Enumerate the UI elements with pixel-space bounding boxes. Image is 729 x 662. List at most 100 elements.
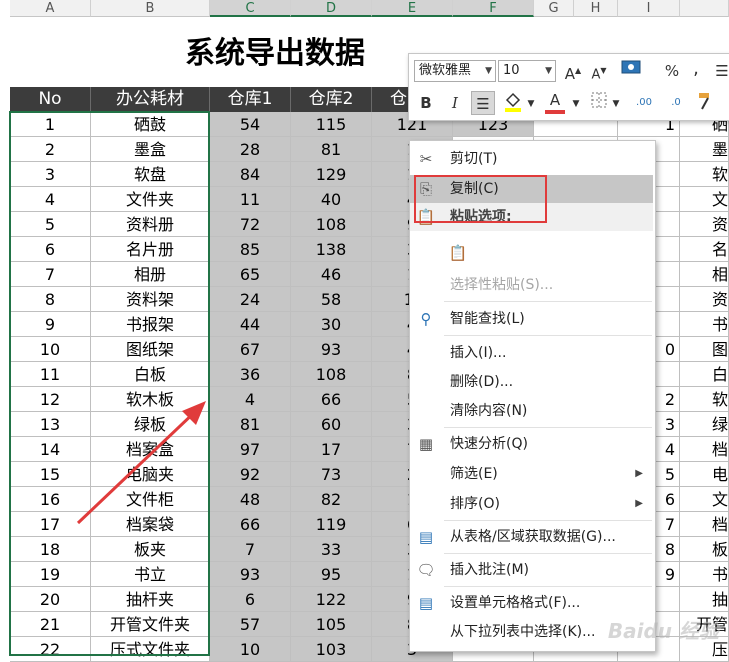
cell-warehouse2[interactable]: 115	[291, 112, 372, 137]
cell-item[interactable]: 板夹	[91, 537, 210, 562]
column-header[interactable]: F	[453, 0, 534, 17]
cell-j[interactable]: 白	[680, 362, 729, 387]
cell-warehouse1[interactable]: 85	[210, 237, 291, 262]
cell-j[interactable]: 图	[680, 337, 729, 362]
cell-j[interactable]: 档	[680, 512, 729, 537]
font-name-box[interactable]: 微软雅黑 ▼	[414, 60, 496, 82]
chevron-down-icon[interactable]: ▼	[485, 61, 492, 81]
cell-j[interactable]: 资	[680, 212, 729, 237]
column-header[interactable]	[680, 0, 729, 17]
cell-j[interactable]: 名	[680, 237, 729, 262]
cell-warehouse1[interactable]: 6	[210, 587, 291, 612]
menu-cut[interactable]: ✂ 剪切(T)	[410, 145, 653, 173]
wrap-text-icon[interactable]: ☰	[715, 59, 729, 83]
cell-item[interactable]: 白板	[91, 362, 210, 387]
cell-no[interactable]: 2	[10, 137, 91, 162]
percent-button[interactable]: %	[663, 59, 681, 83]
header-no[interactable]: No	[10, 87, 91, 112]
cell-item[interactable]: 资料架	[91, 287, 210, 312]
cell-warehouse2[interactable]: 108	[291, 362, 372, 387]
cell-warehouse1[interactable]: 54	[210, 112, 291, 137]
cell-warehouse1[interactable]: 92	[210, 462, 291, 487]
column-header[interactable]: B	[91, 0, 210, 17]
cell-warehouse1[interactable]: 67	[210, 337, 291, 362]
cell-warehouse2[interactable]: 119	[291, 512, 372, 537]
cell-j[interactable]: 文	[680, 187, 729, 212]
menu-paste-special[interactable]: 选择性粘贴(S)...	[410, 271, 653, 299]
cell-item[interactable]: 软盘	[91, 162, 210, 187]
cell-no[interactable]: 5	[10, 212, 91, 237]
cell-no[interactable]: 1	[10, 112, 91, 137]
column-header[interactable]: H	[574, 0, 618, 17]
cell-warehouse2[interactable]: 58	[291, 287, 372, 312]
chevron-down-icon[interactable]: ▼	[611, 92, 621, 116]
font-color-button[interactable]: A	[545, 88, 565, 114]
accounting-format-button[interactable]	[617, 59, 647, 83]
cell-item[interactable]: 相册	[91, 262, 210, 287]
cell-warehouse2[interactable]: 60	[291, 412, 372, 437]
menu-delete[interactable]: 删除(D)...	[410, 368, 653, 396]
cell-warehouse1[interactable]: 66	[210, 512, 291, 537]
cell-j[interactable]: 书	[680, 312, 729, 337]
cell-j[interactable]: 绿	[680, 412, 729, 437]
cell-item[interactable]: 书立	[91, 562, 210, 587]
column-header[interactable]: E	[372, 0, 453, 17]
cell-no[interactable]: 6	[10, 237, 91, 262]
cell-warehouse1[interactable]: 93	[210, 562, 291, 587]
cell-warehouse1[interactable]: 65	[210, 262, 291, 287]
cell-warehouse1[interactable]: 36	[210, 362, 291, 387]
cell-warehouse2[interactable]: 138	[291, 237, 372, 262]
cell-warehouse2[interactable]: 46	[291, 262, 372, 287]
cell-warehouse2[interactable]: 105	[291, 612, 372, 637]
menu-sort[interactable]: 排序(O) ▶	[410, 490, 653, 518]
cell-warehouse2[interactable]: 66	[291, 387, 372, 412]
cell-j[interactable]: 软	[680, 387, 729, 412]
cell-warehouse2[interactable]: 95	[291, 562, 372, 587]
menu-format-cells[interactable]: ▤ 设置单元格格式(F)...	[410, 589, 653, 617]
chevron-down-icon[interactable]: ▼	[545, 61, 552, 81]
cell-item[interactable]: 抽杆夹	[91, 587, 210, 612]
cell-item[interactable]: 图纸架	[91, 337, 210, 362]
menu-clear[interactable]: 清除内容(N)	[410, 397, 653, 425]
header-warehouse2[interactable]: 仓库2	[291, 87, 372, 112]
column-header[interactable]: G	[534, 0, 574, 17]
chevron-down-icon[interactable]: ▼	[526, 92, 536, 116]
cell-no[interactable]: 4	[10, 187, 91, 212]
cell-warehouse1[interactable]: 44	[210, 312, 291, 337]
cell-warehouse2[interactable]: 40	[291, 187, 372, 212]
cell-j[interactable]: 书	[680, 562, 729, 587]
column-header[interactable]: I	[618, 0, 680, 17]
cell-item[interactable]: 书报架	[91, 312, 210, 337]
cell-j[interactable]: 抽	[680, 587, 729, 612]
cell-no[interactable]: 8	[10, 287, 91, 312]
cell-warehouse1[interactable]: 24	[210, 287, 291, 312]
font-shrink-button[interactable]: A▼	[589, 59, 609, 83]
cell-no[interactable]: 7	[10, 262, 91, 287]
cell-warehouse1[interactable]: 28	[210, 137, 291, 162]
cell-item[interactable]: 名片册	[91, 237, 210, 262]
borders-icon[interactable]	[589, 91, 609, 115]
decrease-decimal-button[interactable]: .0	[663, 91, 689, 115]
cell-no[interactable]: 21	[10, 612, 91, 637]
cell-j[interactable]: 相	[680, 262, 729, 287]
cell-item[interactable]: 硒鼓	[91, 112, 210, 137]
header-item[interactable]: 办公耗材	[91, 87, 210, 112]
cell-item[interactable]: 开管文件夹	[91, 612, 210, 637]
cell-warehouse2[interactable]: 82	[291, 487, 372, 512]
menu-filter[interactable]: 筛选(E) ▶	[410, 460, 653, 488]
cell-j[interactable]: 墨	[680, 137, 729, 162]
cell-warehouse2[interactable]: 81	[291, 137, 372, 162]
cell-j[interactable]: 板	[680, 537, 729, 562]
cell-warehouse1[interactable]: 81	[210, 412, 291, 437]
menu-quick-analysis[interactable]: ▦ 快速分析(Q)	[410, 430, 653, 458]
cell-no[interactable]: 19	[10, 562, 91, 587]
cell-j[interactable]: 档	[680, 437, 729, 462]
menu-paste-button[interactable]: 📋	[410, 237, 653, 269]
cell-j[interactable]: 电	[680, 462, 729, 487]
cell-no[interactable]: 3	[10, 162, 91, 187]
font-grow-button[interactable]: A▲	[563, 59, 583, 83]
format-painter-icon[interactable]	[695, 91, 717, 115]
cell-warehouse1[interactable]: 57	[210, 612, 291, 637]
italic-button[interactable]: I	[445, 91, 465, 115]
cell-j[interactable]: 软	[680, 162, 729, 187]
